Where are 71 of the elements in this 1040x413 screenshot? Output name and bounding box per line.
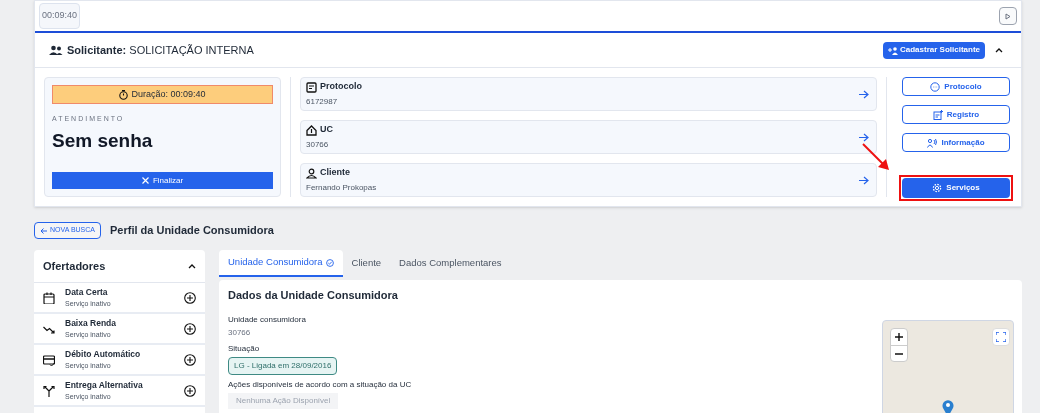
- fullscreen-button[interactable]: [992, 328, 1010, 346]
- field-label: Ações disponíveis de acordo com a situação da UC: [228, 378, 412, 391]
- info-card[interactable]: Protocolo 6172987: [300, 77, 877, 111]
- user-icon: [306, 167, 317, 179]
- split-arrow-icon: [43, 384, 55, 397]
- plus-circle-icon: [184, 353, 196, 366]
- duration-banner: Duração: 00:09:40: [52, 85, 273, 104]
- card-value: 30766: [306, 138, 330, 151]
- close-icon: [141, 177, 149, 184]
- add-button[interactable]: [184, 322, 196, 335]
- arrow-left-icon: [40, 227, 47, 234]
- field-label: Situação: [228, 342, 260, 355]
- field-label: Unidade consumidora: [228, 313, 306, 326]
- check-circle-icon: [325, 258, 334, 267]
- offer-name: Entrega Alternativa: [65, 378, 144, 392]
- action-button[interactable]: Informação: [902, 133, 1010, 152]
- action-button[interactable]: Protocolo: [902, 77, 1010, 96]
- chevron-up-icon[interactable]: [995, 47, 1003, 54]
- card-title: Protocolo: [320, 80, 362, 94]
- section-title: Dados da Unidade Consumidora: [228, 288, 399, 303]
- arrow-right-icon: [859, 89, 869, 99]
- finish-button[interactable]: Finalizar: [52, 172, 273, 189]
- settings-icon: [932, 183, 943, 193]
- requester-text: Solicitante: SOLICITAÇÃO INTERNA: [67, 42, 254, 58]
- card-title: UC: [320, 123, 333, 137]
- stopwatch-icon: [119, 89, 129, 100]
- register-requester-button[interactable]: Cadastrar Solicitante: [882, 41, 985, 59]
- card-check-icon: [43, 353, 55, 366]
- plus-circle-icon: [184, 322, 196, 335]
- play-icon: [1005, 12, 1011, 20]
- add-button[interactable]: [184, 353, 196, 366]
- ticket-value: Sem senha: [52, 128, 154, 153]
- timer: 00:09:40: [39, 3, 81, 29]
- offer-name: Débito Automático: [65, 347, 142, 361]
- chevron-up-icon[interactable]: [188, 263, 196, 269]
- add-button[interactable]: [184, 384, 196, 397]
- offer-name: Baixa Renda: [65, 316, 118, 330]
- page-title: Perfil da Unidade Consumidora: [110, 223, 274, 239]
- info-card[interactable]: UC 30766: [300, 120, 877, 154]
- card-title: Cliente: [320, 166, 350, 180]
- map-pin-icon: [942, 399, 954, 413]
- expand-icon: [996, 332, 1006, 342]
- users-icon: [49, 44, 63, 56]
- no-action-chip: Nenhuma Ação Disponível: [228, 392, 339, 409]
- note-add-icon: [932, 109, 943, 120]
- calendar-icon: [43, 291, 55, 304]
- tab[interactable]: Cliente: [342, 250, 391, 277]
- action-button[interactable]: Registro: [902, 105, 1010, 124]
- card-value: 6172987: [306, 95, 339, 108]
- house-icon: [306, 124, 317, 136]
- add-button[interactable]: [184, 291, 196, 304]
- plus-circle-icon: [184, 291, 196, 304]
- plus-icon: [895, 333, 903, 341]
- plus-circle-icon: [184, 384, 196, 397]
- arrow-right-icon: [859, 132, 869, 142]
- add-user-icon: [887, 45, 898, 55]
- status-badge: LG - Ligada em 28/09/2016: [228, 356, 338, 375]
- support-icon: [927, 137, 938, 148]
- offer-name: Data Certa: [65, 285, 109, 299]
- tab[interactable]: Unidade Consumidora: [219, 250, 343, 277]
- annotation-arrow: [862, 143, 890, 171]
- offers-title: Ofertadores: [43, 258, 106, 274]
- note-icon: [306, 81, 317, 93]
- info-card[interactable]: Cliente Fernando Prokopas: [300, 163, 877, 197]
- card-value: Fernando Prokopas: [306, 181, 378, 194]
- services-button[interactable]: Serviços: [902, 178, 1010, 198]
- arrow-right-icon: [859, 175, 869, 185]
- minus-icon: [895, 352, 903, 355]
- field-value: 30766: [228, 326, 251, 339]
- tab[interactable]: Dados Complementares: [390, 250, 511, 277]
- chat-bubble-icon: [930, 81, 941, 92]
